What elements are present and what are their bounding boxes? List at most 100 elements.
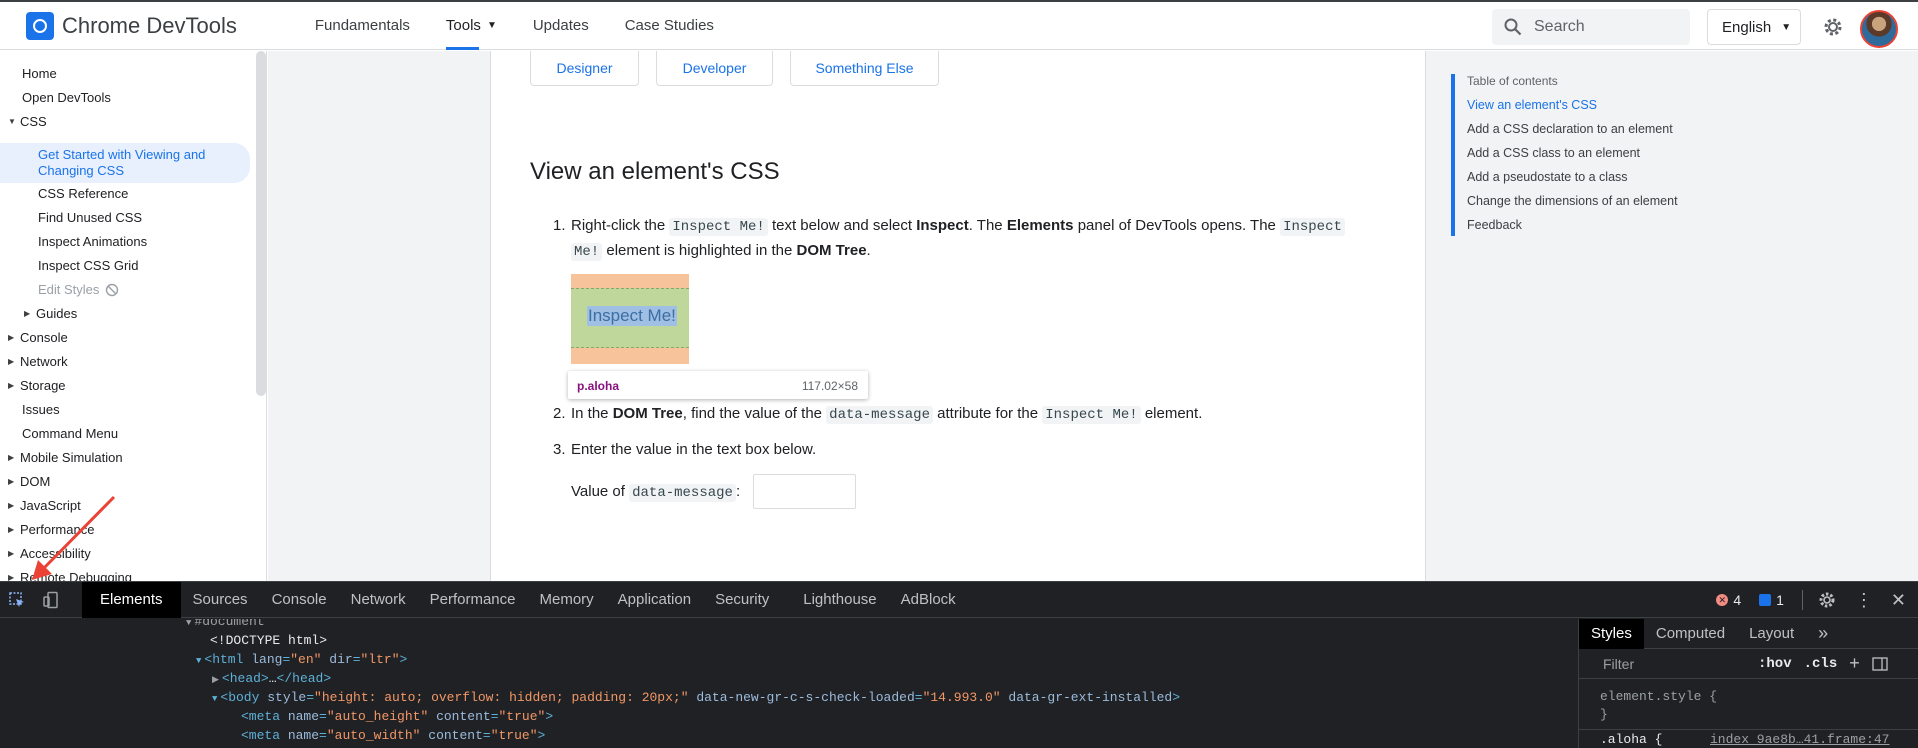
- sidebar-item-inspect-animations[interactable]: Inspect Animations: [38, 234, 147, 249]
- styles-filter-input[interactable]: Filter: [1603, 656, 1758, 672]
- dom-node-body[interactable]: ▼ <body style="height: auto; overflow: hi…: [212, 688, 1180, 709]
- more-options-icon[interactable]: ⋮: [1855, 591, 1873, 609]
- devtools-tab-application[interactable]: Application: [606, 582, 703, 618]
- dom-node-head[interactable]: ▶ <head>…</head>: [212, 669, 331, 690]
- site-logo[interactable]: Chrome DevTools: [26, 11, 237, 40]
- data-message-input[interactable]: [753, 474, 856, 509]
- text: "14.993.0": [922, 690, 1001, 705]
- sidebar-item-remote-debugging[interactable]: ▶ Remote Debugging: [8, 570, 132, 581]
- styles-tab-styles[interactable]: Styles: [1579, 618, 1644, 649]
- toc-item[interactable]: Add a pseudostate to a class: [1467, 170, 1678, 194]
- language-select[interactable]: English ▼: [1707, 9, 1801, 45]
- avatar[interactable]: [1860, 10, 1898, 48]
- settings-gear-icon[interactable]: [1817, 590, 1837, 610]
- message-count-badge[interactable]: 1: [1759, 592, 1784, 608]
- chip-developer[interactable]: Developer: [656, 51, 773, 86]
- devtools-tab-adblock[interactable]: AdBlock: [889, 582, 968, 618]
- nav-tools[interactable]: Tools ▼: [428, 2, 515, 50]
- dom-node-doctype[interactable]: <!DOCTYPE html>: [210, 631, 327, 650]
- sidebar-item-accessibility[interactable]: ▶ Accessibility: [8, 546, 91, 561]
- chip-designer[interactable]: Designer: [530, 51, 639, 86]
- toggle-sidebar-icon[interactable]: [1872, 656, 1888, 672]
- devtools-tab-console[interactable]: Console: [260, 582, 339, 618]
- text: <body: [220, 690, 268, 705]
- toc-item[interactable]: Change the dimensions of an element: [1467, 194, 1678, 218]
- sidebar-item-console[interactable]: ▶ Console: [8, 330, 68, 345]
- sidebar-item-mobile-simulation[interactable]: ▶ Mobile Simulation: [8, 450, 123, 465]
- sidebar-scrollbar[interactable]: [256, 51, 266, 396]
- text: Value of: [571, 483, 630, 500]
- toc-item[interactable]: View an element's CSS: [1467, 98, 1678, 122]
- sidebar-item-network[interactable]: ▶ Network: [8, 354, 68, 369]
- sidebar-item-dom[interactable]: ▶ DOM: [8, 474, 50, 489]
- sidebar-item-storage[interactable]: ▶ Storage: [8, 378, 66, 393]
- inline-code: Inspect: [1280, 218, 1345, 236]
- styles-tab-computed[interactable]: Computed: [1644, 619, 1737, 649]
- text: Right-click the: [571, 217, 670, 234]
- cls-toggle[interactable]: .cls: [1804, 656, 1838, 672]
- devtools-tab-elements[interactable]: Elements: [82, 581, 181, 618]
- styles-tab-layout[interactable]: Layout: [1737, 619, 1806, 649]
- sidebar-item-label: JavaScript: [20, 498, 81, 513]
- text: data-new-gr-c-s-check-loaded: [688, 690, 915, 705]
- devtools-tab-sources[interactable]: Sources: [181, 582, 260, 618]
- more-tabs-icon[interactable]: »: [1806, 619, 1840, 649]
- device-toolbar-icon[interactable]: [34, 583, 68, 617]
- step-2-text: In the DOM Tree, find the value of the d…: [571, 402, 1401, 427]
- toc-item[interactable]: Add a CSS declaration to an element: [1467, 122, 1678, 146]
- sidebar-item-performance[interactable]: ▶ Performance: [8, 522, 94, 537]
- tooltip-dimensions: 117.02×58: [801, 379, 858, 393]
- sidebar-item-label: Performance: [20, 522, 95, 537]
- message-icon: [1759, 594, 1772, 606]
- sidebar-item-open-devtools[interactable]: Open DevTools: [22, 90, 111, 105]
- sidebar-item-css-reference[interactable]: CSS Reference: [38, 186, 128, 201]
- style-rule-end: }: [1600, 707, 1608, 722]
- nav-fundamentals[interactable]: Fundamentals: [297, 2, 428, 50]
- toc-item[interactable]: Add a CSS class to an element: [1467, 146, 1678, 170]
- search-input[interactable]: Search: [1492, 9, 1690, 45]
- devtools-tab-performance[interactable]: Performance: [418, 582, 528, 618]
- inspect-me-text[interactable]: Inspect Me!: [587, 306, 677, 326]
- sidebar-item-guides[interactable]: ▶ Guides: [24, 306, 77, 321]
- error-count-badge[interactable]: ✕ 4: [1716, 592, 1741, 608]
- nav-case-studies[interactable]: Case Studies: [607, 2, 732, 50]
- sidebar-item-javascript[interactable]: ▶ JavaScript: [8, 498, 81, 513]
- nav-updates[interactable]: Updates: [515, 2, 607, 50]
- sidebar-item-command-menu[interactable]: Command Menu: [22, 426, 118, 441]
- hov-toggle[interactable]: :hov: [1758, 656, 1792, 672]
- dom-tree[interactable]: ▼ #document <!DOCTYPE html> ▼ <html lang="…: [0, 619, 1578, 748]
- gear-icon[interactable]: [1821, 15, 1845, 39]
- sidebar-item-label: Guides: [36, 306, 78, 321]
- devtools-tab-memory[interactable]: Memory: [528, 582, 606, 618]
- inline-code: Inspect Me!: [669, 218, 768, 236]
- style-source-link[interactable]: index_9ae8b…41.frame:47: [1710, 732, 1889, 747]
- dom-node-meta[interactable]: <meta name="auto_height" content="true">: [241, 707, 553, 726]
- style-rule-element[interactable]: element.style {: [1600, 689, 1717, 704]
- toc-item[interactable]: Feedback: [1467, 218, 1678, 242]
- close-icon[interactable]: ✕: [1891, 590, 1906, 611]
- sidebar-item-label: Network: [20, 354, 68, 369]
- style-rule-aloha[interactable]: .aloha {: [1600, 732, 1662, 747]
- step-number: 1.: [553, 217, 566, 234]
- sidebar-item-issues[interactable]: Issues: [22, 402, 60, 417]
- dom-node-html[interactable]: ▼ <html lang="en" dir="ltr">: [196, 650, 407, 671]
- sidebar-item-edit-styles: Edit Styles: [38, 282, 119, 297]
- inspect-me-demo[interactable]: Inspect Me!: [571, 274, 689, 364]
- text: In the: [571, 405, 613, 422]
- left-gutter: [268, 51, 490, 581]
- text: name: [287, 709, 320, 724]
- caret-down-icon: ▼: [212, 694, 218, 704]
- inspect-element-icon[interactable]: [0, 583, 34, 617]
- bold-text: DOM Tree: [612, 405, 683, 422]
- sidebar-item-home[interactable]: Home: [22, 66, 57, 81]
- devtools-tab-security[interactable]: Security: [703, 582, 781, 618]
- sidebar-item-inspect-css-grid[interactable]: Inspect CSS Grid: [38, 258, 138, 273]
- add-rule-icon[interactable]: +: [1849, 653, 1860, 674]
- sidebar-item-find-unused-css[interactable]: Find Unused CSS: [38, 210, 142, 225]
- devtools-tab-network[interactable]: Network: [339, 582, 418, 618]
- sidebar-item-css[interactable]: ▼ CSS: [8, 114, 47, 129]
- dom-node-meta[interactable]: <meta name="auto_width" content="true">: [241, 726, 545, 745]
- devtools-tab-lighthouse[interactable]: Lighthouse: [791, 582, 888, 618]
- sidebar-item-get-started-css[interactable]: Get Started with Viewing and Changing CS…: [0, 143, 250, 183]
- chip-something-else[interactable]: Something Else: [790, 51, 939, 86]
